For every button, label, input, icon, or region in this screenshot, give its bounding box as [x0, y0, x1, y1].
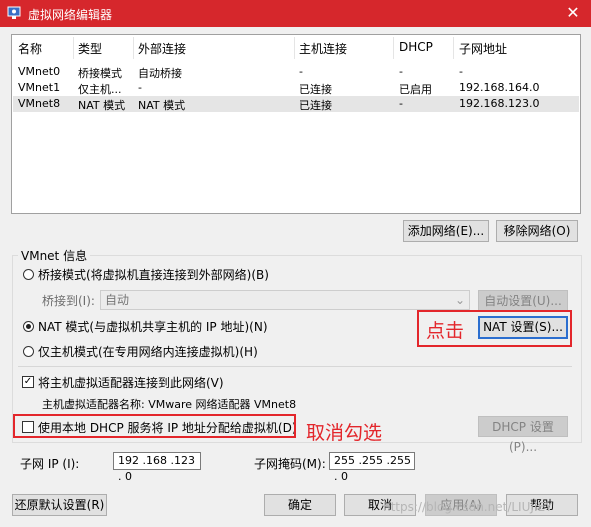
row-type: 桥接模式: [78, 67, 122, 80]
row-name: VMnet0: [18, 65, 61, 78]
row-host: -: [299, 65, 303, 78]
row-host: 已连接: [299, 83, 332, 96]
subnet-mask-label: 子网掩码(M):: [254, 457, 326, 471]
add-network-button[interactable]: 添加网络(E)...: [403, 220, 489, 242]
row-subnet: 192.168.123.0: [459, 97, 540, 110]
table-row[interactable]: VMnet1 仅主机... - 已连接 已启用 192.168.164.0: [13, 80, 579, 96]
column-divider: [453, 37, 454, 59]
row-external: NAT 模式: [138, 99, 186, 112]
bridged-radio-label[interactable]: 桥接模式(将虚拟机直接连接到外部网络)(B): [38, 266, 269, 283]
row-subnet: -: [459, 65, 463, 78]
row-external: -: [138, 81, 142, 94]
connect-adapter-checkbox[interactable]: ✓: [22, 376, 34, 388]
hostonly-radio-label[interactable]: 仅主机模式(在专用网络内连接虚拟机)(H): [38, 343, 258, 360]
column-divider: [393, 37, 394, 59]
network-list[interactable]: 名称 类型 外部连接 主机连接 DHCP 子网地址 VMnet0 桥接模式 自动…: [11, 34, 581, 214]
column-header-dhcp[interactable]: DHCP: [399, 40, 433, 54]
restore-defaults-button[interactable]: 还原默认设置(R): [12, 494, 107, 516]
row-name: VMnet1: [18, 81, 61, 94]
row-external: 自动桥接: [138, 67, 182, 80]
table-row[interactable]: VMnet0 桥接模式 自动桥接 - - -: [13, 64, 579, 80]
vmware-network-icon: [6, 5, 22, 21]
remove-network-button[interactable]: 移除网络(O): [496, 220, 578, 242]
hostonly-radio-button[interactable]: [23, 346, 34, 357]
annotation-box-dhcp: [13, 414, 296, 438]
adapter-name-label: 主机虚拟适配器名称: VMware 网络适配器 VMnet8: [42, 398, 297, 411]
bridged-to-value: 自动: [105, 293, 130, 307]
column-divider: [133, 37, 134, 59]
column-divider: [73, 37, 74, 59]
nat-radio-button[interactable]: [23, 321, 34, 332]
row-dhcp: 已启用: [399, 83, 432, 96]
watermark: https://blog.csdn.net/LIUJIEY: [383, 500, 553, 514]
column-header-name[interactable]: 名称: [18, 40, 42, 57]
column-header-type[interactable]: 类型: [78, 40, 102, 57]
row-name: VMnet8: [18, 97, 61, 110]
ok-button[interactable]: 确定: [264, 494, 336, 516]
bridged-radio-button[interactable]: [23, 269, 34, 280]
row-host: 已连接: [299, 99, 332, 112]
table-row-selected[interactable]: VMnet8 NAT 模式 NAT 模式 已连接 - 192.168.123.0: [13, 96, 579, 112]
subnet-mask-input[interactable]: 255 .255 .255 . 0: [329, 452, 415, 483]
close-icon[interactable]: ✕: [561, 3, 585, 23]
annotation-click: 点击: [426, 320, 465, 342]
chevron-down-icon: ⌄: [454, 293, 465, 307]
title-bar: 虚拟网络编辑器 ✕: [0, 0, 591, 27]
column-header-subnet[interactable]: 子网地址: [459, 40, 507, 57]
bridged-to-select[interactable]: 自动 ⌄: [100, 290, 470, 310]
row-subnet: 192.168.164.0: [459, 81, 540, 94]
subnet-ip-input[interactable]: 192 .168 .123 . 0: [113, 452, 201, 483]
row-dhcp: -: [399, 97, 403, 110]
vmnet-info-title: VMnet 信息: [18, 247, 91, 264]
divider: [18, 366, 572, 367]
bridged-to-label: 桥接到(I):: [42, 294, 95, 308]
column-header-external[interactable]: 外部连接: [138, 40, 186, 57]
subnet-ip-label: 子网 IP (I):: [20, 457, 80, 471]
column-divider: [294, 37, 295, 59]
annotation-uncheck: 取消勾选: [306, 422, 383, 444]
column-header-host[interactable]: 主机连接: [299, 40, 347, 57]
connect-adapter-label[interactable]: 将主机虚拟适配器连接到此网络(V): [38, 374, 224, 391]
dhcp-settings-button[interactable]: DHCP 设置(P)...: [478, 416, 568, 454]
auto-settings-button[interactable]: 自动设置(U)...: [478, 290, 568, 311]
nat-radio-label[interactable]: NAT 模式(与虚拟机共享主机的 IP 地址)(N): [38, 318, 268, 335]
window-title: 虚拟网络编辑器: [28, 8, 113, 22]
row-dhcp: -: [399, 65, 403, 78]
row-type: 仅主机...: [78, 83, 122, 96]
row-type: NAT 模式: [78, 99, 126, 112]
